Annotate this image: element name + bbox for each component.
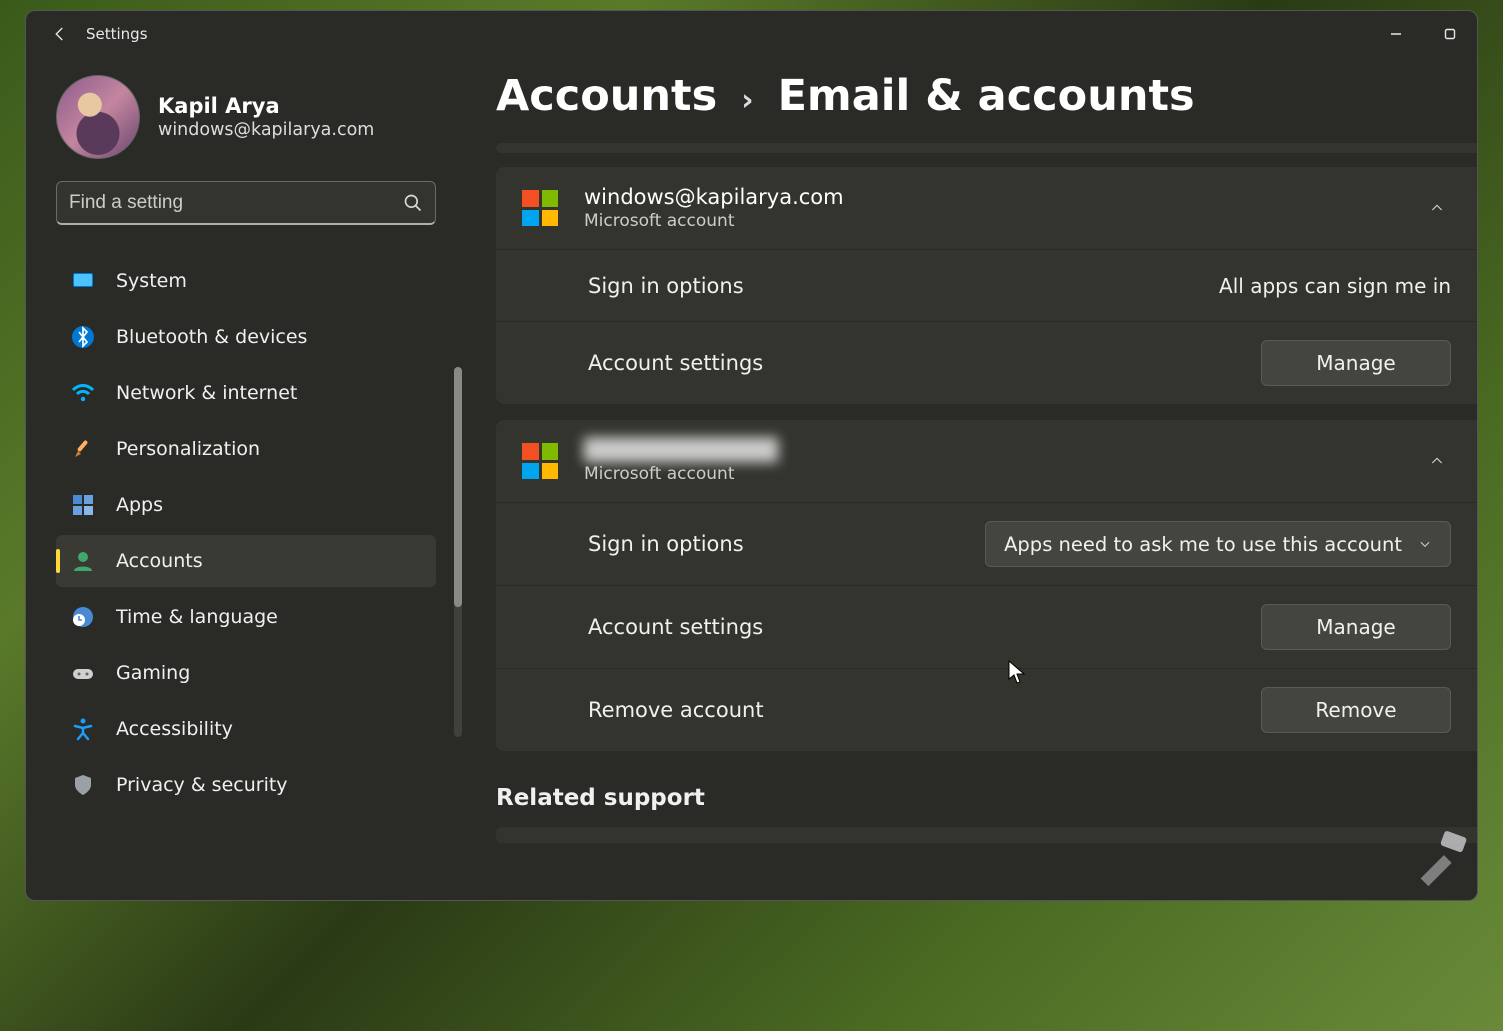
row-label: Account settings	[588, 615, 763, 639]
nav: System Bluetooth & devices Network & int…	[56, 251, 466, 900]
chevron-right-icon: ›	[741, 83, 753, 118]
settings-window: Settings Kapil Arya windows@kapilarya.co…	[25, 10, 1478, 901]
breadcrumb-root[interactable]: Accounts	[496, 71, 717, 121]
signin-dropdown[interactable]: Apps need to ask me to use this account	[985, 521, 1451, 567]
sidebar-item-accounts[interactable]: Accounts	[56, 535, 436, 587]
account-settings-row: Account settings Manage	[496, 585, 1477, 668]
profile-email: windows@kapilarya.com	[158, 120, 374, 140]
dropdown-value: Apps need to ask me to use this account	[1004, 533, 1402, 556]
profile-block[interactable]: Kapil Arya windows@kapilarya.com	[56, 71, 466, 181]
wifi-icon	[70, 380, 96, 406]
sidebar-item-label: Accessibility	[116, 718, 233, 740]
sidebar-item-privacy[interactable]: Privacy & security	[56, 759, 436, 811]
back-button[interactable]	[40, 14, 80, 54]
remove-account-row: Remove account Remove	[496, 668, 1477, 751]
search-icon	[403, 193, 423, 213]
person-icon	[70, 548, 96, 574]
clock-globe-icon	[70, 604, 96, 630]
sidebar-item-label: Network & internet	[116, 382, 297, 404]
paintbrush-icon	[70, 436, 96, 462]
chevron-up-icon	[1423, 447, 1451, 475]
signin-options-row[interactable]: Sign in options All apps can sign me in	[496, 249, 1477, 321]
sidebar-item-label: System	[116, 270, 187, 292]
row-label: Remove account	[588, 698, 764, 722]
sidebar-item-personalization[interactable]: Personalization	[56, 423, 436, 475]
page-title: Email & accounts	[778, 71, 1195, 121]
bluetooth-icon	[70, 324, 96, 350]
sidebar-item-label: Personalization	[116, 438, 260, 460]
account-email: windows@kapilarya.com	[584, 185, 844, 209]
sidebar-item-system[interactable]: System	[56, 255, 436, 307]
avatar	[56, 75, 140, 159]
sidebar-item-gaming[interactable]: Gaming	[56, 647, 436, 699]
breadcrumb: Accounts › Email & accounts	[496, 71, 1477, 121]
sidebar-item-accessibility[interactable]: Accessibility	[56, 703, 436, 755]
account-panel: ████████████ Microsoft account Sign in o…	[496, 420, 1477, 751]
titlebar: Settings	[26, 11, 1477, 57]
panel-placeholder	[496, 827, 1477, 843]
sidebar-scrollbar-thumb[interactable]	[454, 367, 462, 607]
signin-options-row: Sign in options Apps need to ask me to u…	[496, 502, 1477, 585]
monitor-icon	[70, 268, 96, 294]
remove-button[interactable]: Remove	[1261, 687, 1451, 733]
sidebar-item-label: Bluetooth & devices	[116, 326, 307, 348]
sidebar-item-label: Apps	[116, 494, 163, 516]
sidebar-item-label: Privacy & security	[116, 774, 288, 796]
scroll-cutoff-strip	[496, 143, 1477, 153]
search-input[interactable]	[69, 192, 403, 214]
gamepad-icon	[70, 660, 96, 686]
row-label: Sign in options	[588, 274, 744, 298]
manage-button[interactable]: Manage	[1261, 340, 1451, 386]
sidebar-item-label: Gaming	[116, 662, 190, 684]
chevron-up-icon	[1423, 194, 1451, 222]
apps-icon	[70, 492, 96, 518]
signin-value: All apps can sign me in	[1219, 274, 1451, 298]
shield-icon	[70, 772, 96, 798]
account-email-blurred: ████████████	[584, 438, 778, 462]
minimize-button[interactable]	[1369, 11, 1423, 57]
sidebar-item-bluetooth[interactable]: Bluetooth & devices	[56, 311, 436, 363]
window-controls	[1369, 11, 1477, 57]
sidebar-item-time[interactable]: Time & language	[56, 591, 436, 643]
sidebar-scrollbar[interactable]	[454, 367, 462, 737]
row-label: Account settings	[588, 351, 763, 375]
account-settings-row: Account settings Manage	[496, 321, 1477, 404]
microsoft-logo-icon	[522, 443, 558, 479]
profile-name: Kapil Arya	[158, 94, 374, 118]
chevron-down-icon	[1418, 537, 1432, 551]
sidebar-item-apps[interactable]: Apps	[56, 479, 436, 531]
account-panel: windows@kapilarya.com Microsoft account …	[496, 167, 1477, 404]
microsoft-logo-icon	[522, 190, 558, 226]
maximize-button[interactable]	[1423, 11, 1477, 57]
account-provider: Microsoft account	[584, 211, 844, 231]
sidebar-item-network[interactable]: Network & internet	[56, 367, 436, 419]
accessibility-icon	[70, 716, 96, 742]
profile-text: Kapil Arya windows@kapilarya.com	[158, 94, 374, 140]
sidebar: Kapil Arya windows@kapilarya.com	[26, 57, 466, 900]
sidebar-item-label: Accounts	[116, 550, 203, 572]
search-box[interactable]	[56, 181, 436, 225]
account-provider: Microsoft account	[584, 464, 778, 484]
window-title: Settings	[86, 25, 148, 43]
account-header[interactable]: windows@kapilarya.com Microsoft account	[496, 167, 1477, 249]
manage-button[interactable]: Manage	[1261, 604, 1451, 650]
sidebar-item-label: Time & language	[116, 606, 278, 628]
account-header[interactable]: ████████████ Microsoft account	[496, 420, 1477, 502]
row-label: Sign in options	[588, 532, 744, 556]
body: Kapil Arya windows@kapilarya.com	[26, 57, 1477, 900]
main-content: Accounts › Email & accounts windows@kapi…	[466, 57, 1477, 900]
related-support-heading: Related support	[496, 785, 1477, 811]
